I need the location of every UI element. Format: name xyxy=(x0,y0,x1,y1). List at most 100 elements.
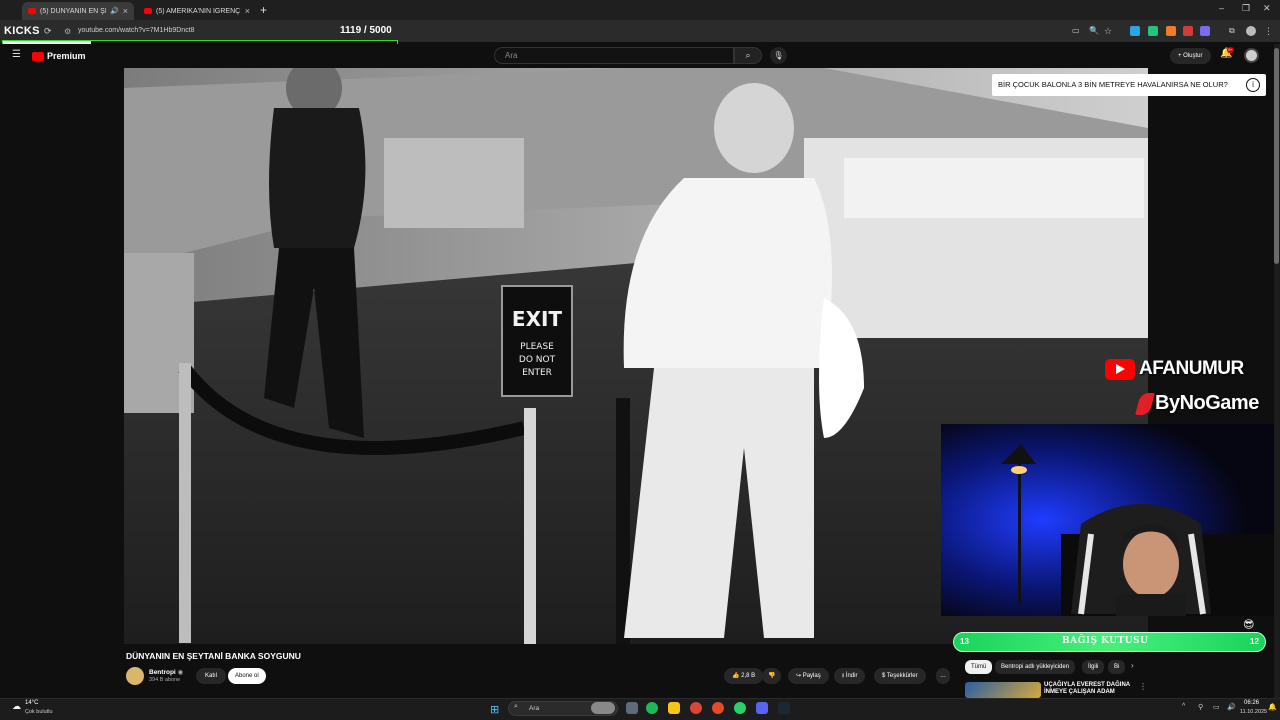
search-input[interactable]: Ara xyxy=(494,47,734,64)
thanks-label: Teşekkürler xyxy=(886,673,918,679)
channel-avatar[interactable] xyxy=(126,667,144,685)
youtube-logo-icon[interactable] xyxy=(32,52,44,61)
webcam-scene xyxy=(941,424,1280,616)
discord-icon[interactable] xyxy=(756,702,768,714)
taskbar-search-icon: ⌕ xyxy=(514,703,518,710)
channel-name[interactable]: Bentropi ◉ xyxy=(149,668,183,676)
url-field[interactable]: youtube.com/watch?v=7M1Hb9Dnct8 xyxy=(78,27,195,34)
youtube-premium-label[interactable]: Premium xyxy=(47,51,86,61)
profile-icon[interactable] xyxy=(1246,26,1256,36)
bynogame-logo-icon xyxy=(1135,392,1155,415)
file-explorer-icon[interactable] xyxy=(668,702,680,714)
kicks-label: KICKS xyxy=(4,25,40,37)
weather-cloud-icon[interactable]: ☁ xyxy=(12,701,21,712)
windows-taskbar xyxy=(0,698,1280,720)
join-button[interactable]: Katıl xyxy=(196,668,227,684)
chip-more[interactable]: Bi xyxy=(1108,660,1126,674)
subscribe-button[interactable]: Abone ol xyxy=(228,668,266,684)
kicks-counter: 1119 / 5000 xyxy=(340,25,392,36)
info-icon[interactable]: i xyxy=(1246,78,1260,92)
browser-menu-icon[interactable]: ⋮ xyxy=(1264,26,1274,36)
share-label: Paylaş xyxy=(802,673,821,679)
create-button[interactable]: + Oluştur xyxy=(1170,48,1211,64)
maximize-button[interactable]: ❐ xyxy=(1242,3,1250,14)
temperature[interactable]: 14°C xyxy=(25,700,38,706)
like-count: 2,8 B xyxy=(741,673,756,679)
tray-location-icon[interactable]: ⚲ xyxy=(1198,703,1203,711)
tray-chevron-icon[interactable]: ^ xyxy=(1182,703,1185,710)
notifications-icon[interactable]: 🔔 xyxy=(1268,703,1277,711)
streamer-youtube-brand: AFANUMUR xyxy=(1105,358,1244,380)
cast-icon[interactable]: ▭ xyxy=(1072,26,1082,36)
task-view-icon[interactable] xyxy=(626,702,638,714)
taskbar-time[interactable]: 06:26 xyxy=(1244,700,1259,706)
extension-icon[interactable] xyxy=(1200,26,1210,36)
search-button[interactable]: ⌕ xyxy=(734,47,762,64)
donation-title: BAĞIŞ KUTUSU xyxy=(1062,636,1149,646)
network-icon[interactable]: ▭ xyxy=(1213,703,1220,711)
recommendation-thumbnail[interactable] xyxy=(965,682,1041,698)
audio-icon[interactable]: 🔊 xyxy=(110,7,119,15)
site-info-icon[interactable]: ⚙ xyxy=(64,27,71,36)
reload-icon[interactable]: ⟳ xyxy=(44,26,52,37)
chip-related[interactable]: İlgili xyxy=(1082,660,1105,674)
close-tab-icon[interactable]: × xyxy=(123,6,128,16)
taskbar-date[interactable]: 11.10.2025 xyxy=(1240,709,1267,715)
thanks-button[interactable]: $ Teşekkürler xyxy=(874,668,926,684)
dislike-icon: 👎 xyxy=(768,673,776,679)
share-icon: ↪ xyxy=(796,673,802,679)
create-label: Oluştur xyxy=(1183,53,1203,59)
chip-from-uploader[interactable]: Bentropi adlı yükleyiciden xyxy=(995,660,1076,674)
recommendation-title[interactable]: UÇAĞIYLA EVEREST DAĞINA İNMEYE ÇALIŞAN A… xyxy=(1044,682,1139,696)
volume-icon[interactable]: 🔊 xyxy=(1227,703,1236,711)
widgets-icon[interactable] xyxy=(591,702,615,714)
spotify-icon[interactable] xyxy=(646,702,658,714)
share-button[interactable]: ↪ Paylaş xyxy=(788,668,829,684)
like-icon: 👍 xyxy=(732,673,740,679)
more-actions-button[interactable]: … xyxy=(936,668,950,684)
new-tab-button[interactable]: + xyxy=(260,3,267,17)
youtube-favicon-icon xyxy=(144,8,152,14)
streamer-name: AFANUMUR xyxy=(1139,358,1244,379)
close-window-button[interactable]: ✕ xyxy=(1263,3,1271,14)
tab-title: (5) AMERİKA'NIN İĞRENÇ S*KS xyxy=(156,7,241,15)
extension-icon[interactable] xyxy=(1166,26,1176,36)
verified-icon: ◉ xyxy=(177,669,184,676)
dislike-button[interactable]: 👎 xyxy=(762,668,782,684)
download-button[interactable]: ⭳ İndir xyxy=(834,668,866,684)
app-icon[interactable] xyxy=(712,702,724,714)
youtube-play-icon xyxy=(1105,358,1135,380)
recommendation-more-icon[interactable]: ⋮ xyxy=(1139,682,1147,691)
steam-icon[interactable] xyxy=(778,702,790,714)
video-info-banner: BİR ÇOCUK BALONLA 3 BİN METREYE HAVALANI… xyxy=(992,74,1266,96)
tab-title: (5) DÜNYANIN EN ŞEYTANİ xyxy=(40,7,106,15)
thanks-icon: $ xyxy=(882,673,886,679)
close-tab-icon[interactable]: × xyxy=(245,6,250,16)
windows-start-icon[interactable]: ⊞ xyxy=(490,703,499,716)
menu-hamburger-icon[interactable]: ☰ xyxy=(12,49,21,60)
extension-icon[interactable] xyxy=(1130,26,1140,36)
tab-video-active[interactable]: (5) DÜNYANIN EN ŞEYTANİ 🔊 × xyxy=(22,2,134,20)
whatsapp-icon[interactable] xyxy=(734,702,746,714)
video-info-banner-text: BİR ÇOCUK BALONLA 3 BİN METREYE HAVALANI… xyxy=(998,80,1228,89)
account-avatar[interactable] xyxy=(1244,48,1259,63)
minimize-button[interactable]: – xyxy=(1219,3,1224,13)
sponsor-name: ByNoGame xyxy=(1155,392,1259,414)
extension-icon[interactable] xyxy=(1183,26,1193,36)
extensions-puzzle-icon[interactable]: ⧉ xyxy=(1229,26,1239,36)
bookmark-star-icon[interactable]: ☆ xyxy=(1104,26,1114,36)
extension-icon[interactable] xyxy=(1148,26,1158,36)
scrollbar-thumb[interactable] xyxy=(1274,48,1279,264)
download-label: İndir xyxy=(845,673,858,679)
donation-right-value: 12 xyxy=(1250,637,1259,646)
sunglasses-emoji-icon: 😎 xyxy=(1243,619,1255,631)
microphone-icon[interactable]: 🎙 xyxy=(770,47,787,64)
chrome-icon[interactable] xyxy=(690,702,702,714)
tab-video-2[interactable]: (5) AMERİKA'NIN İĞRENÇ S*KS × xyxy=(138,2,256,20)
chips-next-chevron-icon[interactable]: › xyxy=(1131,661,1134,670)
like-button[interactable]: 👍 2,8 B xyxy=(724,668,764,684)
weather-description[interactable]: Çok bulutlu xyxy=(25,709,53,715)
chip-all[interactable]: Tümü xyxy=(965,660,993,674)
sponsor-brand: ByNoGame xyxy=(1135,392,1259,415)
zoom-icon[interactable]: 🔍 xyxy=(1089,26,1099,36)
